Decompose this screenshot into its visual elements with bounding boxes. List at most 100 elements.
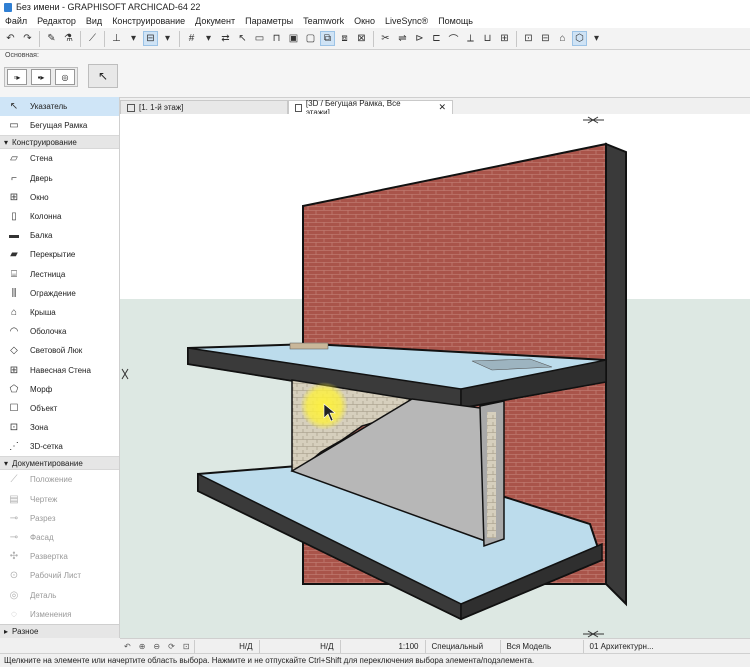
menu-livesync[interactable]: LiveSync® bbox=[380, 16, 433, 26]
filter-icon[interactable]: ⧈ bbox=[337, 31, 352, 46]
home-icon[interactable]: ⌂ bbox=[555, 31, 570, 46]
tool-roof[interactable]: ⌂ Крыша bbox=[0, 303, 119, 322]
offset-icon[interactable]: ⟂ bbox=[463, 31, 478, 46]
zoom-in-icon[interactable]: ⊕ bbox=[139, 642, 146, 651]
tool-column[interactable]: ▯ Колонна bbox=[0, 207, 119, 226]
model-filter[interactable]: Вся Модель bbox=[499, 639, 583, 653]
tab-3d[interactable]: [3D / Бегущая Рамка, Все этажи] ✕ bbox=[288, 99, 453, 117]
tool-mesh[interactable]: ⋰ 3D-сетка bbox=[0, 437, 119, 456]
guide-dropdown-icon[interactable]: ▾ bbox=[126, 31, 141, 46]
tab-floor-plan[interactable]: [1. 1-й этаж] bbox=[120, 100, 288, 114]
suspend-groups-icon[interactable]: ▢ bbox=[303, 31, 318, 46]
fillet-icon[interactable]: ⌒ bbox=[446, 31, 461, 46]
close-tab-icon[interactable]: ✕ bbox=[438, 102, 446, 113]
tool-window[interactable]: ⊞ Окно bbox=[0, 188, 119, 207]
3d-viewport[interactable] bbox=[120, 114, 750, 638]
scale-value[interactable]: 1:100 bbox=[339, 639, 425, 653]
wall-icon: ▱ bbox=[10, 153, 18, 165]
tool-label: Перекрытие bbox=[30, 250, 76, 260]
zoom-out-icon[interactable]: ⊖ bbox=[153, 642, 160, 651]
tool-label: Оболочка bbox=[30, 327, 67, 337]
fit-icon[interactable]: ⊡ bbox=[183, 642, 190, 651]
group-icon[interactable]: ▣ bbox=[286, 31, 301, 46]
structure-display[interactable]: Специальный bbox=[424, 639, 500, 653]
tool-curtain-wall[interactable]: ⊞ Навесная Стена bbox=[0, 360, 119, 379]
section-marker-icon: ⟋ bbox=[10, 474, 18, 486]
inject-icon[interactable]: ⚗ bbox=[61, 31, 76, 46]
view-3d-icon[interactable]: ⬡ bbox=[572, 31, 587, 46]
tool-skylight[interactable]: ◇ Световой Люк bbox=[0, 341, 119, 360]
measure-icon[interactable]: ⟋ bbox=[85, 31, 100, 46]
tool-detail[interactable]: ◎ Деталь bbox=[0, 586, 119, 605]
menu-options[interactable]: Параметры bbox=[240, 16, 298, 26]
guide-line-icon[interactable]: ⊥ bbox=[109, 31, 124, 46]
stair-icon: ⌸ bbox=[11, 268, 17, 280]
tool-arrow[interactable]: ↖ Указатель bbox=[0, 97, 119, 117]
document-group-header[interactable]: Документирование bbox=[0, 456, 119, 471]
tool-railing[interactable]: ⫼ Ограждение bbox=[0, 284, 119, 303]
orbit-icon[interactable]: ⟳ bbox=[168, 642, 175, 651]
tool-wall[interactable]: ▱ Стена bbox=[0, 149, 119, 168]
scissors-icon[interactable]: ✂ bbox=[378, 31, 393, 46]
intersect-icon[interactable]: ⊏ bbox=[429, 31, 444, 46]
tool-label: Чертеж bbox=[30, 494, 58, 504]
distribute-icon[interactable]: ⊟ bbox=[538, 31, 553, 46]
tool-change[interactable]: ◌ Изменения bbox=[0, 605, 119, 624]
tool-elevation[interactable]: ⊸ Фасад bbox=[0, 528, 119, 547]
3d-view-mode-icon[interactable]: ⧉ bbox=[320, 31, 335, 46]
tool-label: Объект bbox=[30, 403, 58, 413]
undo-zoom-icon[interactable]: ↶ bbox=[124, 642, 131, 651]
partial-elements-icon[interactable]: ▫▸ bbox=[7, 69, 27, 85]
tool-section-marker[interactable]: ⟋ Положение bbox=[0, 470, 119, 489]
lock-icon[interactable]: ⊓ bbox=[269, 31, 284, 46]
tool-section[interactable]: ⊸ Разрез bbox=[0, 509, 119, 528]
pick-up-icon[interactable]: ✎ bbox=[44, 31, 59, 46]
menu-window[interactable]: Окно bbox=[349, 16, 380, 26]
tool-drawing[interactable]: ▤ Чертеж bbox=[0, 490, 119, 509]
align-icon[interactable]: ⊞ bbox=[497, 31, 512, 46]
adjust-icon[interactable]: ⊳ bbox=[412, 31, 427, 46]
entire-elements-icon[interactable]: ▪▸ bbox=[31, 69, 51, 85]
tool-stair[interactable]: ⌸ Лестница bbox=[0, 265, 119, 284]
group-title: Разное bbox=[12, 627, 39, 636]
arrow-tool-icon[interactable]: ↖ bbox=[88, 64, 118, 88]
tool-door[interactable]: ⌐ Дверь bbox=[0, 169, 119, 188]
curtain-wall-icon: ⊞ bbox=[9, 364, 19, 376]
tool-marquee[interactable]: ▭ Бегущая Рамка bbox=[0, 116, 119, 135]
split-icon[interactable]: ⇌ bbox=[395, 31, 410, 46]
gravity-icon[interactable]: ⊟ bbox=[143, 31, 158, 46]
design-group-header[interactable]: Конструирование bbox=[0, 135, 119, 150]
gravity-dropdown-icon[interactable]: ▾ bbox=[160, 31, 175, 46]
grid-layout-icon[interactable]: ⊡ bbox=[521, 31, 536, 46]
menu-teamwork[interactable]: Teamwork bbox=[298, 16, 349, 26]
cut-icon[interactable]: ⊠ bbox=[354, 31, 369, 46]
tool-beam[interactable]: ▬ Балка bbox=[0, 226, 119, 245]
view-dropdown-icon[interactable]: ▾ bbox=[589, 31, 604, 46]
menu-help[interactable]: Помощь bbox=[433, 16, 478, 26]
menu-document[interactable]: Документ bbox=[190, 16, 240, 26]
menu-edit[interactable]: Редактор bbox=[32, 16, 81, 26]
view-tab-bar: [1. 1-й этаж] [3D / Бегущая Рамка, Все э… bbox=[120, 99, 750, 117]
menu-view[interactable]: Вид bbox=[81, 16, 107, 26]
tool-shell[interactable]: ◠ Оболочка bbox=[0, 322, 119, 341]
tool-worksheet[interactable]: ⊙ Рабочий Лист bbox=[0, 566, 119, 585]
rotated-marquee-icon[interactable]: ◎ bbox=[55, 69, 75, 85]
grid-snap-icon[interactable]: # bbox=[184, 31, 199, 46]
menu-design[interactable]: Конструирование bbox=[107, 16, 190, 26]
tool-zone[interactable]: ⊡ Зона bbox=[0, 418, 119, 437]
tool-object[interactable]: ☐ Объект bbox=[0, 399, 119, 418]
tool-interior-elevation[interactable]: ✣ Развертка bbox=[0, 547, 119, 566]
trace-icon[interactable]: ⇄ bbox=[218, 31, 233, 46]
undo-icon[interactable]: ↶ bbox=[3, 31, 18, 46]
redo-icon[interactable]: ↷ bbox=[20, 31, 35, 46]
tool-slab[interactable]: ▰ Перекрытие bbox=[0, 245, 119, 264]
stretch-icon[interactable]: ⊔ bbox=[480, 31, 495, 46]
snap-dropdown-icon[interactable]: ▾ bbox=[201, 31, 216, 46]
misc-group-header[interactable]: Разное bbox=[0, 624, 119, 638]
layers-icon[interactable]: ▭ bbox=[252, 31, 267, 46]
layer-combination[interactable]: 01 Архитектурн... bbox=[582, 639, 680, 653]
menu-file[interactable]: Файл bbox=[0, 16, 32, 26]
cursor-snap-icon[interactable]: ↖ bbox=[235, 31, 250, 46]
tool-morph[interactable]: ⬠ Морф bbox=[0, 380, 119, 399]
tool-label: Колонна bbox=[30, 212, 62, 222]
